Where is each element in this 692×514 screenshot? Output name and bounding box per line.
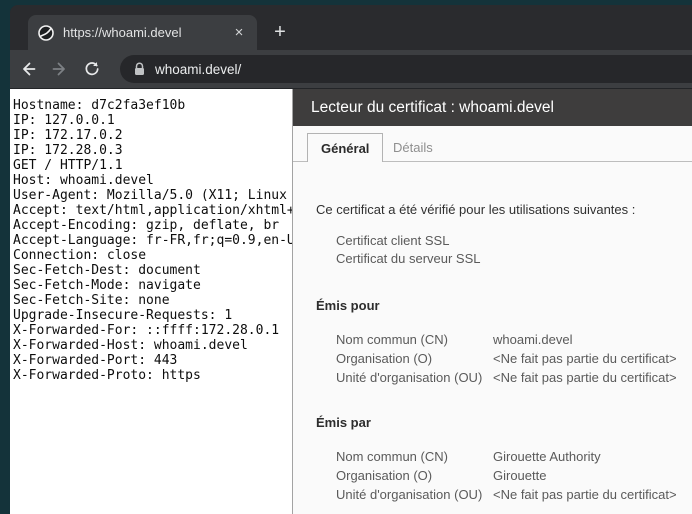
issued-by-heading: Émis par — [316, 415, 371, 430]
navigation-toolbar: whoami.devel/ — [10, 50, 692, 89]
tab-general[interactable]: Général — [307, 133, 384, 162]
header-line: Sec-Fetch-Dest: document — [13, 263, 201, 278]
header-line: Hostname: d7c2fa3ef10b — [13, 98, 186, 113]
header-line: GET / HTTP/1.1 — [13, 158, 123, 173]
back-button[interactable] — [12, 53, 44, 85]
site-favicon-icon — [38, 24, 54, 41]
verified-usages-heading: Ce certificat a été vérifié pour les uti… — [316, 202, 636, 217]
reload-icon — [83, 60, 101, 78]
forward-button[interactable] — [44, 53, 76, 85]
lock-icon[interactable] — [133, 62, 146, 76]
page-area: Hostname: d7c2fa3ef10b IP: 127.0.0.1 IP: 1… — [10, 89, 692, 514]
tab-details[interactable]: Détails — [380, 133, 446, 161]
field-label: Nom commun (CN) — [336, 449, 448, 464]
whoami-response-text: Hostname: d7c2fa3ef10b IP: 127.0.0.1 IP: 1… — [10, 89, 292, 514]
header-line: X-Forwarded-Proto: https — [13, 368, 201, 383]
tab-bar: https://whoami.devel × + — [10, 5, 692, 50]
field-label: Organisation (O) — [336, 468, 433, 483]
field-value: <Ne fait pas partie du certificat> — [493, 370, 677, 385]
header-line: Upgrade-Insecure-Requests: 1 — [13, 308, 233, 323]
header-line: Sec-Fetch-Site: none — [13, 293, 170, 308]
issued-to-fields: Nom commun (CN) whoami.devel Organisatio… — [336, 330, 692, 387]
field-label: Organisation (O) — [336, 351, 433, 366]
issued-by-fields: Nom commun (CN) Girouette Authority Orga… — [336, 447, 692, 504]
field-value: <Ne fait pas partie du certificat> — [493, 487, 677, 502]
usage-list: Certificat client SSL Certificat du serv… — [336, 232, 692, 268]
tab-close-icon[interactable]: × — [229, 23, 249, 43]
back-arrow-icon — [19, 60, 37, 78]
dialog-tab-strip: Général Détails — [293, 126, 692, 162]
tab-title: https://whoami.devel — [63, 25, 182, 40]
field-label: Unité d'organisation (OU) — [336, 370, 483, 385]
header-line: Sec-Fetch-Mode: navigate — [13, 278, 201, 293]
url-address-bar[interactable]: whoami.devel/ — [120, 55, 692, 83]
field-label: Nom commun (CN) — [336, 332, 448, 347]
field-label: Unité d'organisation (OU) — [336, 487, 483, 502]
field-value: whoami.devel — [493, 332, 573, 347]
header-line: Connection: close — [13, 248, 147, 263]
forward-arrow-icon — [51, 60, 69, 78]
new-tab-button[interactable]: + — [266, 18, 294, 46]
certificate-viewer-dialog: Lecteur du certificat : whoami.devel Gén… — [292, 89, 692, 514]
browser-tab[interactable]: https://whoami.devel × — [28, 15, 257, 50]
issued-to-heading: Émis pour — [316, 298, 380, 313]
usage-item: Certificat du serveur SSL — [336, 251, 481, 266]
field-value: <Ne fait pas partie du certificat> — [493, 351, 677, 366]
field-value: Girouette Authority — [493, 449, 601, 464]
header-line: Accept-Encoding: gzip, deflate, br — [13, 218, 280, 233]
header-line: IP: 172.28.0.3 — [13, 143, 123, 158]
header-line: X-Forwarded-For: ::ffff:172.28.0.1 — [13, 323, 280, 338]
header-line: X-Forwarded-Port: 443 — [13, 353, 178, 368]
header-line: Host: whoami.devel — [13, 173, 154, 188]
dialog-title: Lecteur du certificat : whoami.devel — [293, 89, 692, 126]
reload-button[interactable] — [76, 53, 108, 85]
certificate-general-panel: Ce certificat a été vérifié pour les uti… — [293, 202, 692, 504]
header-line: IP: 172.17.0.2 — [13, 128, 123, 143]
header-line: X-Forwarded-Host: whoami.devel — [13, 338, 248, 353]
field-value: Girouette — [493, 468, 547, 483]
browser-window: https://whoami.devel × + whoami.devel/ H… — [10, 5, 692, 514]
usage-item: Certificat client SSL — [336, 233, 450, 248]
header-line: User-Agent: Mozilla/5.0 (X11; Linux — [13, 188, 287, 203]
url-text: whoami.devel/ — [155, 61, 242, 77]
header-line: IP: 127.0.0.1 — [13, 113, 115, 128]
header-line: Accept-Language: fr-FR,fr;q=0.9,en-U — [13, 233, 292, 248]
header-line: Accept: text/html,application/xhtml+ — [13, 203, 292, 218]
